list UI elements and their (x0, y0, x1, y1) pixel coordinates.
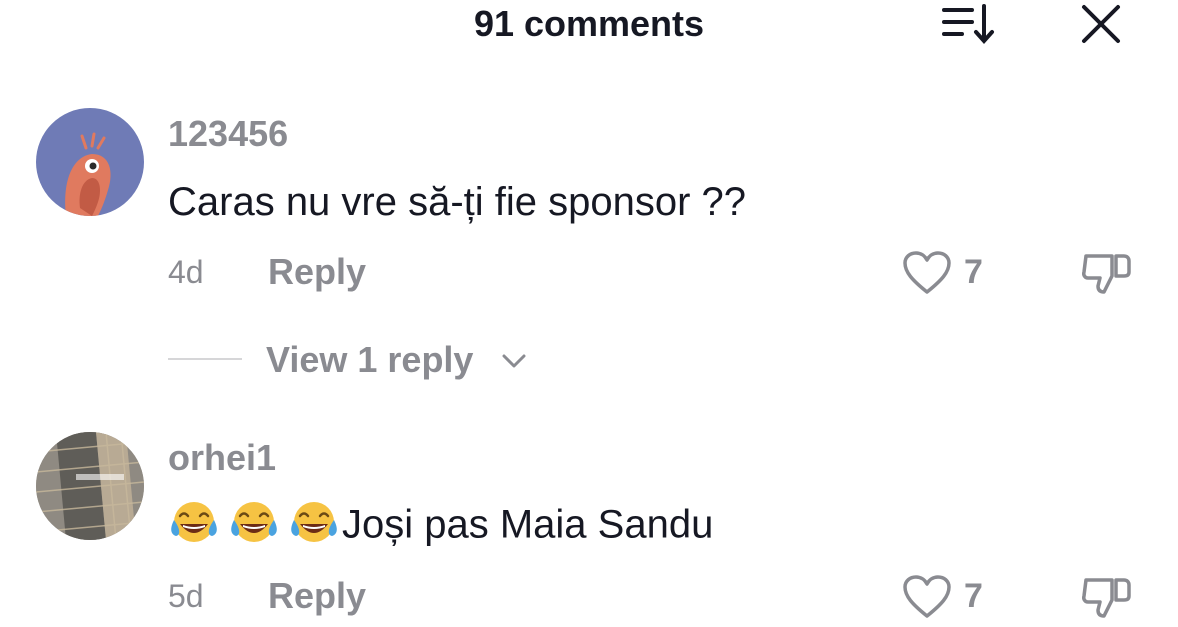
avatar[interactable] (36, 432, 144, 540)
view-replies-label: View 1 reply (266, 339, 474, 380)
close-icon[interactable] (1078, 3, 1124, 45)
comment-text: Joși pas Maia Sandu (168, 498, 713, 550)
heart-icon[interactable] (902, 250, 952, 296)
avatar[interactable] (36, 108, 144, 216)
laughing-tears-emoji-icon (231, 502, 277, 543)
laughing-tears-emoji-icon (291, 502, 337, 543)
heart-icon[interactable] (902, 574, 952, 620)
like-count: 7 (964, 577, 983, 615)
chevron-down-icon (502, 354, 526, 368)
comment-username[interactable]: orhei1 (168, 436, 276, 480)
sort-icon[interactable] (940, 2, 998, 46)
comment-timestamp: 5d (168, 578, 204, 614)
thumbs-down-icon[interactable] (1080, 248, 1132, 296)
like-count: 7 (964, 253, 983, 291)
laughing-tears-emoji-icon (171, 502, 217, 543)
view-replies-button[interactable]: View 1 reply (168, 336, 568, 384)
comment-text-body: Joși pas Maia Sandu (342, 502, 714, 547)
comment-text: Caras nu vre să-ți fie sponsor ?? (168, 180, 747, 224)
thumbs-down-icon[interactable] (1080, 572, 1132, 620)
comments-count-title: 91 comments (473, 3, 705, 44)
comment-timestamp: 4d (168, 254, 204, 290)
reply-button[interactable]: Reply (268, 574, 366, 618)
divider-line (168, 358, 242, 360)
comment-username[interactable]: 123456 (168, 112, 288, 156)
reply-button[interactable]: Reply (268, 250, 366, 294)
